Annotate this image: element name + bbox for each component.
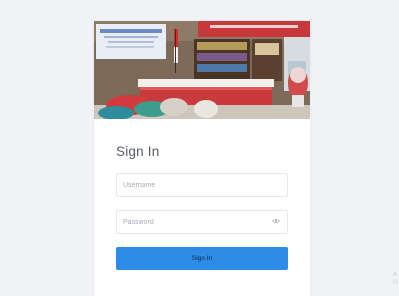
signin-form: Sign In Sign In	[94, 119, 310, 270]
watermark-line-2: G	[393, 280, 398, 286]
login-card: Sign In Sign In	[94, 21, 310, 296]
watermark-line-1: A	[393, 272, 398, 278]
signin-title: Sign In	[116, 144, 160, 159]
username-field	[116, 173, 288, 197]
password-field	[116, 210, 288, 234]
watermark-text: A G	[393, 271, 399, 287]
header-photo	[94, 21, 310, 119]
eye-icon[interactable]	[272, 218, 280, 224]
username-input[interactable]	[117, 175, 263, 196]
signin-button[interactable]: Sign In	[116, 247, 288, 270]
password-input[interactable]	[117, 212, 263, 233]
